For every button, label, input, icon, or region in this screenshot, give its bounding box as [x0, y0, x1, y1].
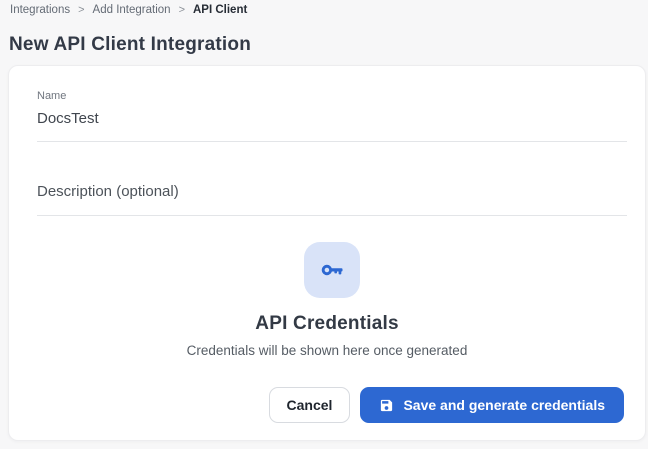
cancel-button-label: Cancel	[286, 397, 333, 413]
save-and-generate-credentials-button[interactable]: Save and generate credentials	[360, 387, 624, 423]
save-icon	[379, 398, 394, 413]
breadcrumb: Integrations > Add Integration > API Cli…	[10, 4, 247, 16]
name-input[interactable]	[37, 108, 627, 142]
name-field-label: Name	[37, 90, 67, 102]
breadcrumb-item-api-client: API Client	[193, 4, 248, 16]
credentials-subtitle: Credentials will be shown here once gene…	[186, 343, 468, 358]
credentials-heading: API Credentials	[255, 313, 399, 334]
save-button-label: Save and generate credentials	[403, 397, 605, 413]
integration-form-card: Name API Credentials Credentials will be…	[8, 65, 646, 441]
breadcrumb-item-integrations[interactable]: Integrations	[10, 4, 70, 16]
breadcrumb-separator-icon: >	[78, 4, 85, 16]
breadcrumb-item-add-integration[interactable]: Add Integration	[93, 4, 171, 16]
breadcrumb-separator-icon: >	[178, 4, 185, 16]
action-buttons: Cancel Save and generate credentials	[268, 387, 624, 423]
key-icon-badge	[304, 242, 360, 298]
key-icon	[319, 257, 345, 283]
description-input[interactable]	[37, 180, 627, 216]
cancel-button[interactable]: Cancel	[268, 387, 351, 423]
page-title: New API Client Integration	[9, 33, 252, 55]
